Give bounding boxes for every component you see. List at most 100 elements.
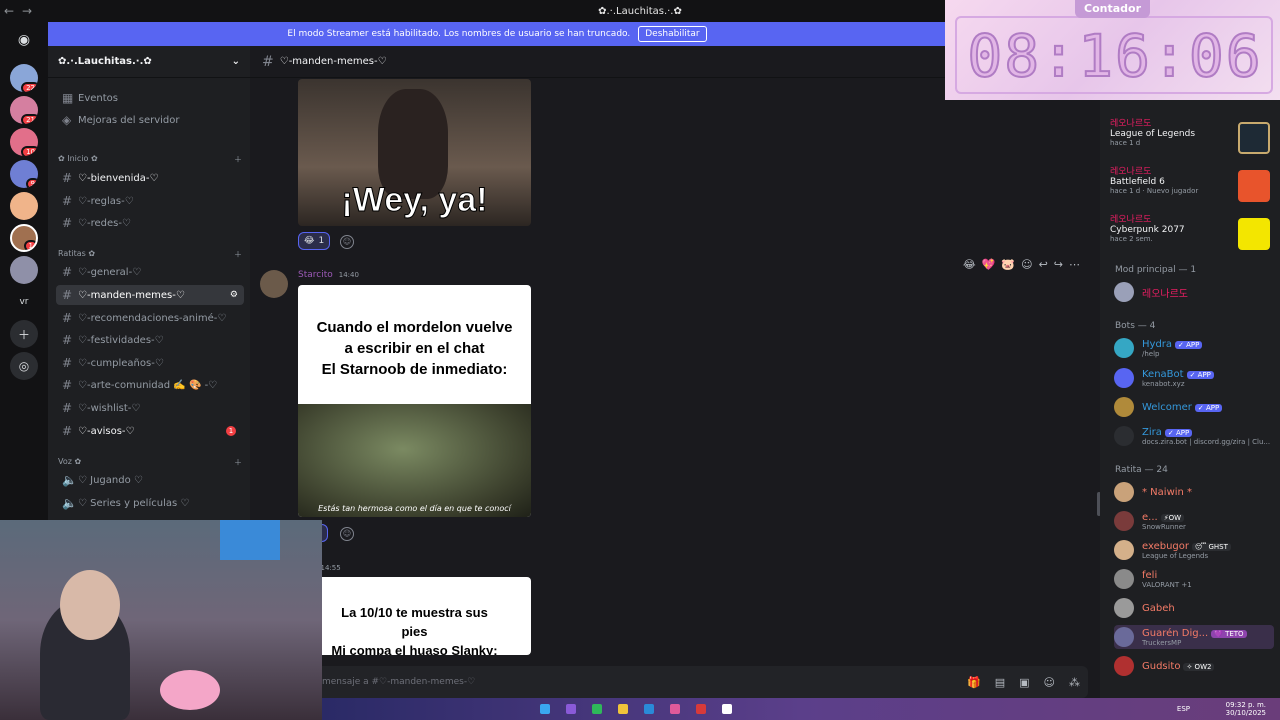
member-section-title: Mod principal — 1: [1115, 265, 1197, 275]
channel-bienvenida[interactable]: # ♡-bienvenida-♡: [56, 168, 244, 188]
reaction-pill[interactable]: 😂 1: [298, 232, 331, 250]
apps-icon[interactable]: ⁂: [1069, 676, 1080, 689]
channel-reglas[interactable]: # ♡-reglas-♡: [56, 191, 244, 211]
forward-icon[interactable]: ↪: [1054, 258, 1063, 271]
settings-icon[interactable]: ⚙: [230, 290, 238, 300]
member-item[interactable]: Gudsito ✧ OW2: [1114, 654, 1274, 678]
add-channel-icon[interactable]: ＋: [234, 457, 242, 468]
server-icon[interactable]: 9: [10, 160, 38, 188]
meme-line: Mi compa el huaso Slanky:: [331, 643, 498, 655]
message-composer[interactable]: mensaje a #♡-manden-memes-♡ 🎁 ▤ ▣ ☺ ⁂: [308, 666, 1088, 698]
channel-general[interactable]: # ♡-general-♡: [56, 262, 244, 282]
member-item[interactable]: * Naiwin *: [1114, 480, 1274, 504]
activity-time: hace 1 d: [1110, 187, 1141, 195]
vr-server-icon[interactable]: vr: [10, 288, 38, 316]
member-item[interactable]: Zira ✓ APP docs.zira.bot | discord.gg/zira…: [1114, 424, 1274, 448]
hash-icon: #: [62, 194, 73, 208]
server-icon[interactable]: 10: [10, 128, 38, 156]
category-voz[interactable]: Voz ✿ ＋: [58, 457, 242, 468]
add-reaction-icon[interactable]: ☺: [340, 235, 354, 249]
events-item[interactable]: ▦ Eventos: [56, 88, 244, 108]
activity-card[interactable]: 레오나르도 Battlefield 6 hace 1 d · Nuevo jug…: [1110, 164, 1270, 204]
category-inicio[interactable]: ✿ Inicio ✿ ＋: [58, 154, 242, 165]
activity-card[interactable]: 레오나르도 League of Legends hace 1 d: [1110, 116, 1270, 156]
pig-emoji-icon[interactable]: 🐷: [1001, 258, 1015, 271]
add-reaction-icon[interactable]: ☺: [340, 527, 354, 541]
language-indicator[interactable]: ESP: [1177, 705, 1190, 713]
reply-icon[interactable]: ↩: [1039, 258, 1048, 271]
add-channel-icon[interactable]: ＋: [234, 154, 242, 165]
channel-manden-memes[interactable]: # ♡-manden-memes-♡ ⚙: [56, 285, 244, 305]
server-icon[interactable]: [10, 256, 38, 284]
channel-label: ♡ Series y películas ♡: [78, 497, 190, 509]
server-icon-active[interactable]: 1: [10, 224, 38, 252]
member-item[interactable]: 레오나르도: [1114, 280, 1274, 304]
member-item[interactable]: KenaBot ✓ APP kenabot.xyz: [1114, 366, 1274, 390]
message-author: Starcito 14:40: [298, 270, 359, 280]
meme-image[interactable]: La 10/10 te muestra sus pies Mi compa el…: [298, 577, 531, 655]
server-icon[interactable]: 22: [10, 64, 38, 92]
app-icon[interactable]: [540, 704, 550, 714]
channel-label: ♡-recomendaciones-animé-♡: [78, 312, 227, 324]
add-server-icon[interactable]: ＋: [10, 320, 38, 348]
disable-streamer-button[interactable]: Deshabilitar: [638, 26, 707, 42]
member-item[interactable]: Gabeh: [1114, 596, 1274, 620]
member-item[interactable]: feli VALORANT +1: [1114, 567, 1274, 591]
member-status: kenabot.xyz: [1142, 379, 1185, 388]
voice-series[interactable]: 🔈 ♡ Series y películas ♡: [56, 493, 244, 513]
app-icon[interactable]: [644, 704, 654, 714]
app-icon[interactable]: [566, 704, 576, 714]
voice-jugando[interactable]: 🔈 ♡ Jugando ♡: [56, 470, 244, 490]
app-icon[interactable]: [670, 704, 680, 714]
channel-redes[interactable]: # ♡-redes-♡: [56, 213, 244, 233]
add-channel-icon[interactable]: ＋: [234, 249, 242, 260]
channel-arte-comunidad[interactable]: # ♡-arte-comunidad ✍️ 🎨 -♡: [56, 375, 244, 395]
sticker-icon[interactable]: ▣: [1019, 676, 1029, 689]
member-name: e...: [1142, 511, 1158, 523]
member-status: League of Legends: [1142, 551, 1209, 560]
game-thumbnail: [1238, 170, 1270, 202]
clock-date: 30/10/2025: [1225, 709, 1266, 717]
discord-home-icon[interactable]: ◉: [10, 26, 38, 54]
clock-time: 09:32 p. m.: [1225, 701, 1266, 709]
server-icon[interactable]: [10, 192, 38, 220]
app-tag: ✓ APP: [1164, 428, 1193, 437]
channel-label: ♡-avisos-♡: [78, 425, 135, 437]
member-item[interactable]: Hydra ✓ APP/help: [1114, 336, 1274, 360]
discover-icon[interactable]: ◎: [10, 352, 38, 380]
avatar[interactable]: [260, 270, 288, 298]
member-item[interactable]: Welcomer ✓ APP: [1114, 395, 1274, 419]
system-clock[interactable]: 09:32 p. m. 30/10/2025: [1226, 701, 1266, 717]
chat-panel: # ♡-manden-memes-♡ ¡Wey, ya! 😂 1 ☺ Starci…: [250, 46, 1101, 720]
app-icon[interactable]: [618, 704, 628, 714]
add-reaction-icon[interactable]: ☺: [1021, 258, 1032, 271]
app-icon[interactable]: [722, 704, 732, 714]
boost-item[interactable]: ◈ Mejoras del servidor: [56, 110, 244, 130]
category-ratitas[interactable]: Ratitas ✿ ＋: [58, 249, 242, 260]
channel-festividades[interactable]: # ♡-festividades-♡: [56, 330, 244, 350]
gif-icon[interactable]: ▤: [995, 676, 1005, 689]
server-header[interactable]: ✿.·.Lauchitas.·.✿ ⌄: [48, 46, 250, 78]
server-icon[interactable]: 21: [10, 96, 38, 124]
channel-wishlist[interactable]: # ♡-wishlist-♡: [56, 398, 244, 418]
channel-recomendaciones[interactable]: # ♡-recomendaciones-animé-♡: [56, 308, 244, 328]
member-item[interactable]: e... ⚡OW SnowRunner: [1114, 509, 1274, 533]
member-item[interactable]: Guarén Dig... 💜 TETO TruckersMP: [1114, 625, 1274, 649]
member-item[interactable]: exebugor 😴 GHST League of Legends: [1114, 538, 1274, 562]
laugh-emoji-icon[interactable]: 😂: [963, 258, 976, 271]
author-name[interactable]: Starcito: [298, 270, 333, 280]
channel-avisos[interactable]: # ♡-avisos-♡ 1: [56, 421, 244, 441]
gift-icon[interactable]: 🎁: [967, 676, 981, 689]
server-name: ✿.·.Lauchitas.·.✿: [58, 56, 152, 67]
more-icon[interactable]: ⋯: [1069, 258, 1080, 271]
meme-image[interactable]: Cuando el mordelon vuelve a escribir en …: [298, 285, 531, 517]
pink-plush: [160, 670, 220, 710]
meme-image[interactable]: ¡Wey, ya!: [298, 79, 531, 226]
heart-emoji-icon[interactable]: 💖: [982, 258, 996, 271]
channel-cumpleanos[interactable]: # ♡-cumpleaños-♡: [56, 353, 244, 373]
app-icon[interactable]: [592, 704, 602, 714]
app-icon[interactable]: [696, 704, 706, 714]
stream-timer-overlay: Contador 08:16:06: [945, 0, 1280, 100]
emoji-icon[interactable]: ☺: [1044, 676, 1055, 689]
activity-card[interactable]: 레오나르도 Cyberpunk 2077 hace 2 sem.: [1110, 212, 1270, 252]
